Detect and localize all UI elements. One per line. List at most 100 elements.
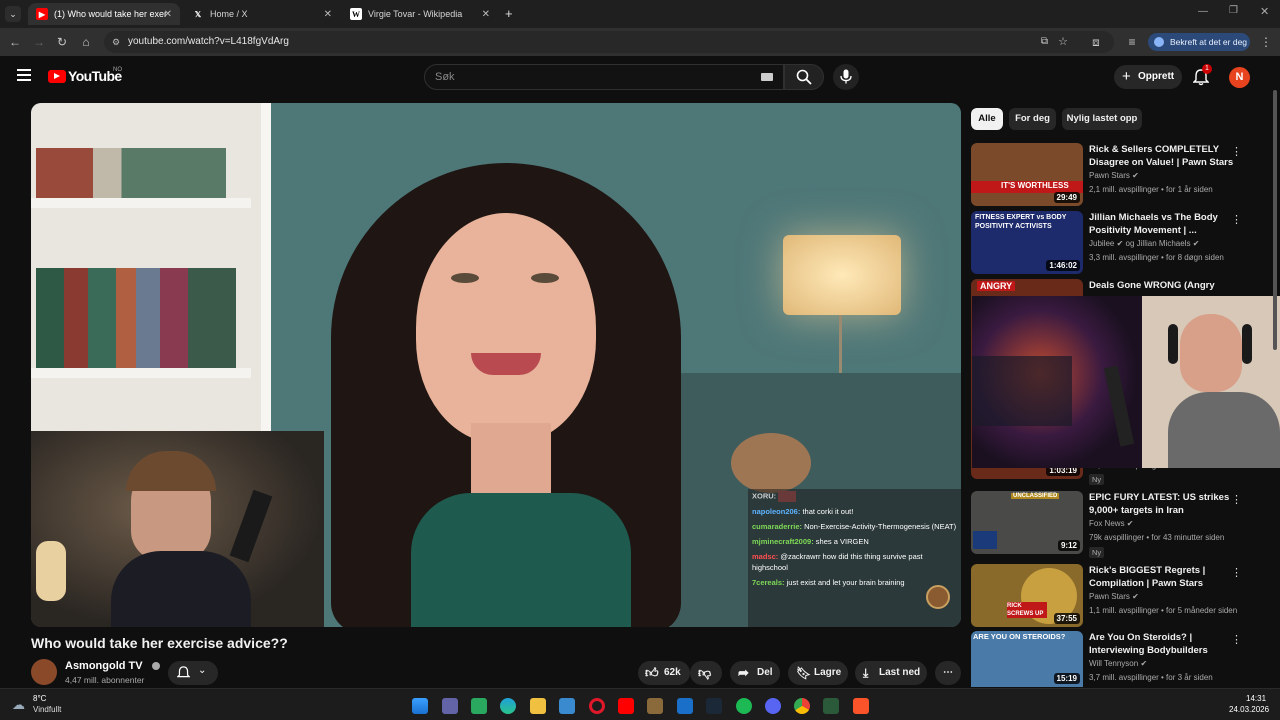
video-title[interactable]: Deals Gone WRONG (Angry: [1089, 279, 1239, 292]
opera-browser-icon[interactable]: [589, 698, 605, 714]
channel-name[interactable]: Jubilee ✔ og Jillian Michaels ✔: [1089, 239, 1199, 248]
clock-date[interactable]: 24.03.2026: [1229, 705, 1269, 714]
hamburger-menu-icon[interactable]: [17, 69, 31, 81]
chip-for-you[interactable]: For deg: [1009, 108, 1056, 130]
home-icon[interactable]: ⌂: [78, 34, 94, 50]
dislike-button[interactable]: 👎︎: [690, 661, 722, 685]
weather-icon[interactable]: ☁: [12, 697, 25, 713]
chip-recently-uploaded[interactable]: Nylig lastet opp: [1062, 108, 1142, 130]
install-icon[interactable]: ⧉: [1041, 31, 1048, 53]
close-icon[interactable]: ✕: [164, 9, 172, 20]
video-thumbnail[interactable]: IT'S WORTHLESS 29:49: [971, 143, 1083, 206]
profile-button[interactable]: Bekreft at det er deg: [1148, 33, 1250, 51]
reload-icon[interactable]: ↻: [54, 34, 70, 50]
chip-all[interactable]: Alle: [971, 108, 1003, 130]
notifications-button[interactable]: 1: [1190, 64, 1212, 88]
weather-description[interactable]: Vindfullt: [33, 705, 61, 714]
more-vertical-icon[interactable]: ⋮: [1231, 493, 1242, 506]
recommended-video[interactable]: ARE YOU ON STEROIDS? 15:19 Are You On St…: [971, 631, 1271, 687]
channel-avatar[interactable]: [31, 659, 57, 685]
search-button[interactable]: [784, 64, 824, 90]
search-input[interactable]: Søk: [424, 64, 784, 90]
site-info-icon[interactable]: ⚙: [112, 31, 120, 53]
channel-name[interactable]: Asmongold TV: [65, 660, 160, 672]
youtube-logo[interactable]: YouTube: [48, 68, 122, 84]
video-title[interactable]: Rick's BIGGEST Regrets | Compilation | P…: [1089, 564, 1239, 590]
video-thumbnail[interactable]: UNCLASSIFIED 9:12: [971, 491, 1083, 554]
edge-browser-icon[interactable]: [500, 698, 516, 714]
video-title[interactable]: Jillian Michaels vs The Body Positivity …: [1089, 211, 1239, 237]
back-arrow-icon[interactable]: ←: [7, 34, 23, 50]
recommended-video[interactable]: IT'S WORTHLESS 29:49 Rick & Sellers COMP…: [971, 143, 1271, 207]
more-vertical-icon[interactable]: ⋮: [1231, 566, 1242, 579]
recommended-video[interactable]: RICK SCREWS UP 37:55 Rick's BIGGEST Regr…: [971, 564, 1271, 628]
close-icon[interactable]: ✕: [324, 9, 332, 20]
window-close-button[interactable]: ✕: [1260, 5, 1269, 18]
tab-label: Home / X: [210, 9, 248, 19]
more-vertical-icon[interactable]: ⋮: [1231, 145, 1242, 158]
download-button[interactable]: ⤓ Last ned: [855, 661, 927, 685]
forward-arrow-icon[interactable]: →: [31, 34, 47, 50]
video-thumbnail[interactable]: ARE YOU ON STEROIDS? 15:19: [971, 631, 1083, 687]
channel-name[interactable]: Will Tennyson ✔: [1089, 659, 1147, 668]
maximize-button[interactable]: ❐: [1229, 5, 1238, 16]
video-player[interactable]: XORU: napoleon206: that corki it out! cu…: [31, 103, 961, 627]
weather-temperature[interactable]: 8°C: [33, 694, 46, 703]
notes-app-icon[interactable]: [647, 698, 663, 714]
more-vertical-icon[interactable]: ⋮: [1231, 633, 1242, 646]
thumbnail-text: RICK SCREWS UP: [1007, 602, 1047, 618]
windows-start-icon[interactable]: [412, 698, 428, 714]
more-actions-button[interactable]: ⋯: [935, 661, 961, 685]
address-bar[interactable]: ⚙ youtube.com/watch?v=L418fgVdArg ⧉ ☆: [104, 31, 1114, 53]
close-icon[interactable]: ✕: [482, 9, 490, 20]
thumbnail-text: IT'S WORTHLESS: [1001, 181, 1069, 190]
channel-name[interactable]: Fox News ✔: [1089, 519, 1134, 528]
reading-list-icon[interactable]: ≡: [1124, 34, 1140, 50]
terminal-icon[interactable]: [823, 698, 839, 714]
scrollbar-thumb[interactable]: [1273, 90, 1277, 350]
new-tab-button[interactable]: +: [505, 6, 513, 21]
share-button[interactable]: ➦ Del: [730, 661, 780, 685]
channel-name[interactable]: Pawn Stars ✔: [1089, 592, 1139, 601]
clock-time[interactable]: 14:31: [1246, 694, 1266, 703]
voice-search-button[interactable]: [833, 64, 859, 90]
subscription-bell-button[interactable]: ⌄: [168, 661, 218, 685]
steam-icon[interactable]: [706, 698, 722, 714]
teams-icon[interactable]: [442, 698, 458, 714]
video-title[interactable]: Are You On Steroids? | Interviewing Body…: [1089, 631, 1239, 657]
outlook-icon[interactable]: [677, 698, 693, 714]
tab-x[interactable]: 𝕏 Home / X ✕: [184, 3, 340, 25]
keyboard-icon[interactable]: [761, 73, 773, 81]
more-vertical-icon[interactable]: ⋮: [1231, 213, 1242, 226]
app-store-icon[interactable]: [471, 698, 487, 714]
browser-menu-icon[interactable]: ⋮: [1258, 34, 1274, 50]
video-thumbnail[interactable]: FITNESS EXPERT vs BODY POSITIVITY ACTIVI…: [971, 211, 1083, 274]
tab-wikipedia[interactable]: W Virgie Tovar - Wikipedia ✕: [342, 3, 498, 25]
brave-browser-icon[interactable]: [853, 698, 869, 714]
create-button[interactable]: + Opprett: [1114, 65, 1182, 89]
extensions-icon[interactable]: ⧈: [1088, 34, 1104, 50]
discord-icon[interactable]: [765, 698, 781, 714]
account-avatar[interactable]: N: [1229, 67, 1250, 88]
tab-label: Virgie Tovar - Wikipedia: [368, 9, 463, 19]
microsoft-store-icon[interactable]: [559, 698, 575, 714]
file-explorer-icon[interactable]: [530, 698, 546, 714]
tab-list-button[interactable]: ⌄: [5, 6, 21, 22]
recommended-video[interactable]: FITNESS EXPERT vs BODY POSITIVITY ACTIVI…: [971, 211, 1271, 275]
channel-name[interactable]: Pawn Stars ✔: [1089, 171, 1139, 180]
chrome-icon[interactable]: [794, 698, 810, 714]
youtube-icon: ▶: [36, 8, 48, 20]
spotify-icon[interactable]: [736, 698, 752, 714]
wikipedia-icon: W: [350, 8, 362, 20]
tab-youtube[interactable]: ▶ (1) Who would take her exercis ✕: [28, 3, 180, 25]
video-thumbnail[interactable]: RICK SCREWS UP 37:55: [971, 564, 1083, 627]
youtube-app-icon[interactable]: [618, 698, 634, 714]
save-button[interactable]: 🔖︎ Lagre: [788, 661, 848, 685]
page-scrollbar[interactable]: [1272, 60, 1278, 680]
like-button[interactable]: 👍︎ 62k: [638, 661, 690, 685]
bookmark-star-icon[interactable]: ☆: [1058, 31, 1068, 53]
video-title[interactable]: Rick & Sellers COMPLETELY Disagree on Va…: [1089, 143, 1239, 169]
minimize-button[interactable]: —: [1198, 6, 1208, 17]
recommended-video[interactable]: UNCLASSIFIED 9:12 EPIC FURY LATEST: US s…: [971, 491, 1271, 558]
video-title[interactable]: EPIC FURY LATEST: US strikes 9,000+ targ…: [1089, 491, 1239, 517]
